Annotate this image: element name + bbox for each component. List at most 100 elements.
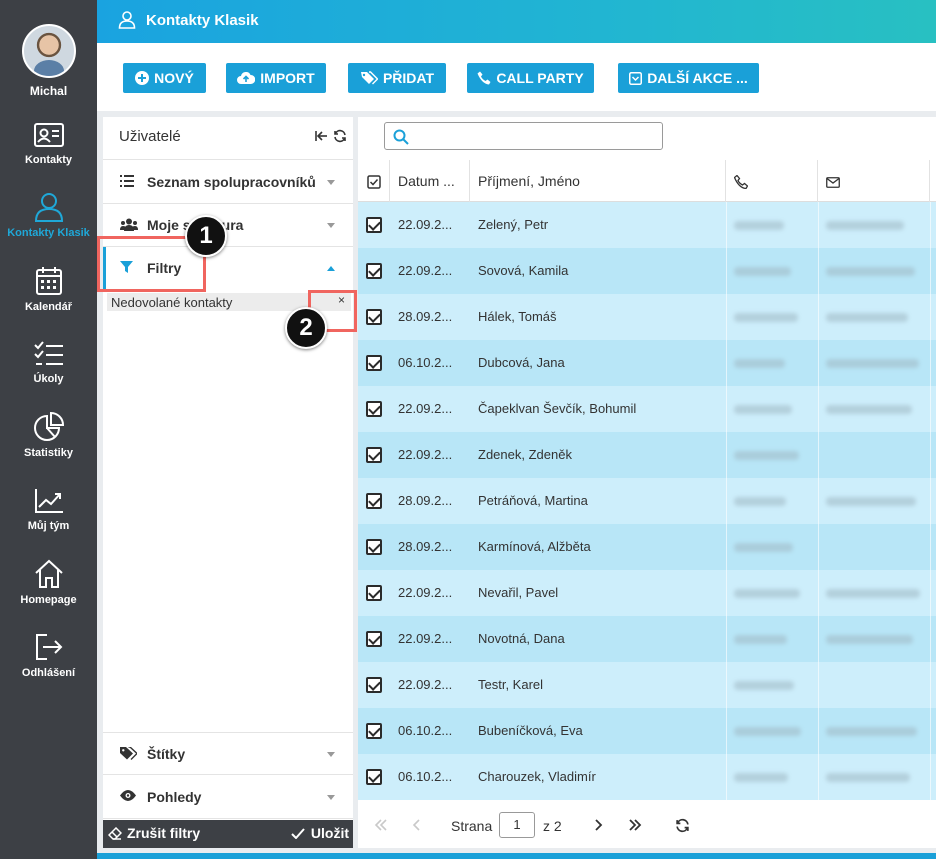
avatar[interactable]: [21, 24, 76, 78]
row-checkbox[interactable]: [366, 493, 382, 509]
row-name: Novotná, Dana: [478, 631, 565, 646]
column-phone[interactable]: [726, 160, 818, 202]
nav-item-homepage[interactable]: Homepage: [0, 559, 97, 606]
row-phone-redacted: [734, 221, 784, 230]
row-checkbox[interactable]: [366, 723, 382, 739]
new-button[interactable]: NOVÝ: [123, 63, 206, 93]
eraser-icon: [108, 826, 122, 840]
clear-filters-button[interactable]: Zrušit filtry: [108, 825, 200, 841]
last-page-icon[interactable]: [628, 818, 642, 832]
chevron-up-icon: [327, 266, 335, 271]
nav-item-kontakty-klasik[interactable]: Kontakty Klasik: [0, 192, 97, 239]
table-row[interactable]: 22.09.2... Čapeklvan Ševčík, Bohumil: [358, 386, 936, 432]
column-name[interactable]: Příjmení, Jméno: [470, 160, 726, 202]
row-checkbox[interactable]: [366, 217, 382, 233]
row-email-redacted: [826, 635, 913, 644]
row-checkbox[interactable]: [366, 769, 382, 785]
table-row[interactable]: 06.10.2... Charouzek, Vladimír: [358, 754, 936, 800]
refresh-icon[interactable]: [675, 818, 690, 833]
nav-item-statistiky[interactable]: Statistiky: [0, 412, 97, 459]
select-all-checkbox[interactable]: [358, 160, 390, 202]
table-row[interactable]: 28.09.2... Karmínová, Alžběta: [358, 524, 936, 570]
table-row[interactable]: 22.09.2... Nevařil, Pavel: [358, 570, 936, 616]
first-page-icon[interactable]: [374, 818, 388, 832]
nav-item-ukoly[interactable]: Úkoly: [0, 340, 97, 385]
calendar-icon: [35, 267, 62, 295]
row-phone-redacted: [734, 589, 800, 598]
table-header: Datum ... Příjmení, Jméno: [358, 160, 936, 202]
row-checkbox[interactable]: [366, 447, 382, 463]
search-input[interactable]: [384, 122, 663, 150]
row-name: Karmínová, Alžběta: [478, 539, 591, 554]
pie-chart-icon: [33, 412, 64, 441]
row-name: Charouzek, Vladimír: [478, 769, 596, 784]
save-filters-button[interactable]: Uložit: [291, 825, 349, 841]
section-coworkers-list[interactable]: Seznam spolupracovníků: [103, 161, 353, 204]
table-row[interactable]: 06.10.2... Dubcová, Jana: [358, 340, 936, 386]
row-name: Sovová, Kamila: [478, 263, 569, 278]
more-actions-button[interactable]: DALŠÍ AKCE ...: [618, 63, 759, 93]
row-phone-redacted: [734, 451, 799, 460]
row-phone-redacted: [734, 635, 787, 644]
table-row[interactable]: 22.09.2... Zelený, Petr: [358, 202, 936, 248]
next-page-icon[interactable]: [593, 818, 603, 832]
envelope-icon: [826, 176, 840, 188]
column-email[interactable]: [818, 160, 930, 202]
section-tags[interactable]: Štítky: [103, 732, 353, 775]
search-bar: [358, 117, 936, 160]
tag-icon: [120, 747, 137, 760]
page-of-label: z 2: [543, 818, 562, 834]
call-party-button[interactable]: CALL PARTY: [467, 63, 594, 93]
row-name: Nevařil, Pavel: [478, 585, 559, 600]
section-views[interactable]: Pohledy: [103, 776, 353, 819]
check-icon: [291, 827, 305, 839]
row-email-redacted: [826, 497, 916, 506]
chevron-down-icon: [327, 180, 335, 185]
row-checkbox[interactable]: [366, 585, 382, 601]
row-checkbox[interactable]: [366, 263, 382, 279]
nav-item-kontakty[interactable]: Kontakty: [0, 121, 97, 166]
table-row[interactable]: 28.09.2... Hálek, Tomáš: [358, 294, 936, 340]
user-icon: [34, 193, 63, 222]
row-date: 06.10.2...: [398, 723, 453, 738]
table-row[interactable]: 22.09.2... Zdenek, Zdeněk: [358, 432, 936, 478]
row-checkbox[interactable]: [366, 539, 382, 555]
annotation-badge-1: 1: [185, 215, 227, 257]
nav-item-odhlaseni[interactable]: Odhlášení: [0, 632, 97, 679]
table-row[interactable]: 28.09.2... Petráňová, Martina: [358, 478, 936, 524]
page-number-input[interactable]: 1: [499, 812, 535, 838]
row-phone-redacted: [734, 267, 791, 276]
nav-user[interactable]: Michal: [0, 24, 97, 98]
row-phone-redacted: [734, 681, 794, 690]
import-button[interactable]: IMPORT: [226, 63, 326, 93]
row-phone-redacted: [734, 313, 798, 322]
phone-icon: [733, 174, 749, 190]
prev-page-icon[interactable]: [412, 818, 422, 832]
row-checkbox[interactable]: [366, 309, 382, 325]
nav-label: Kontakty Klasik: [7, 227, 90, 239]
table-row[interactable]: 22.09.2... Novotná, Dana: [358, 616, 936, 662]
row-date: 22.09.2...: [398, 585, 453, 600]
table-row[interactable]: 06.10.2... Bubeníčková, Eva: [358, 708, 936, 754]
nav-label: Kalendář: [24, 301, 73, 313]
filter-panel: Uživatelé Seznam spolupracovníků Moje st…: [103, 117, 353, 848]
chevron-down-icon: [327, 223, 335, 228]
row-checkbox[interactable]: [366, 401, 382, 417]
row-date: 22.09.2...: [398, 217, 453, 232]
collapse-left-icon[interactable]: [314, 129, 328, 143]
row-checkbox[interactable]: [366, 677, 382, 693]
row-date: 22.09.2...: [398, 401, 453, 416]
refresh-icon[interactable]: [333, 129, 347, 143]
row-checkbox[interactable]: [366, 355, 382, 371]
add-tag-button[interactable]: PŘIDAT: [348, 63, 446, 93]
table-row[interactable]: 22.09.2... Sovová, Kamila: [358, 248, 936, 294]
nav-item-muj-tym[interactable]: Můj tým: [0, 487, 97, 532]
cloud-upload-icon: [237, 71, 256, 84]
user-name: Michal: [29, 84, 68, 98]
row-checkbox[interactable]: [366, 631, 382, 647]
row-phone-redacted: [734, 405, 792, 414]
table-row[interactable]: 22.09.2... Testr, Karel: [358, 662, 936, 708]
column-date[interactable]: Datum ...: [390, 160, 470, 202]
nav-item-kalendar[interactable]: Kalendář: [0, 266, 97, 313]
phone-icon: [477, 71, 491, 85]
